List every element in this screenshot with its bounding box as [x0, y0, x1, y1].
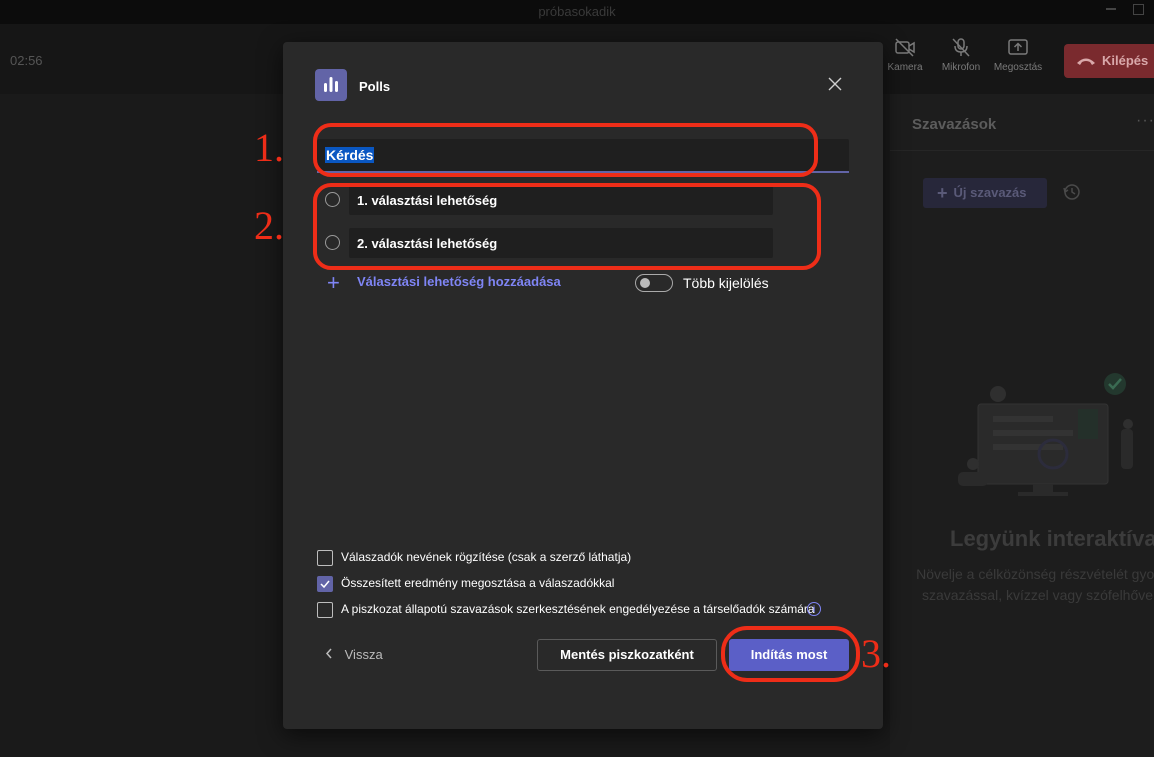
checkmark-icon — [320, 580, 330, 589]
checkbox-label: A piszkozat állapotú szavazások szerkesz… — [341, 602, 815, 616]
annotation-number-3: 3. — [861, 631, 891, 676]
camera-button[interactable]: Kamera — [877, 36, 933, 73]
microphone-label: Mikrofon — [941, 62, 981, 73]
maximize-button[interactable] — [1133, 4, 1144, 15]
history-icon[interactable] — [1062, 182, 1082, 207]
empty-state-description: Növelje a célközönség részvételét gyors … — [916, 566, 1154, 603]
annotation-number-2: 2. — [254, 203, 284, 248]
window-title: próbasokadik — [538, 4, 616, 19]
mic-off-icon — [933, 36, 989, 58]
info-icon[interactable]: i — [807, 602, 821, 616]
polls-app-icon — [315, 69, 347, 101]
new-poll-button[interactable]: + Új szavazás — [923, 178, 1047, 208]
toggle-knob — [640, 278, 650, 288]
checkbox-box[interactable] — [317, 550, 333, 566]
share-label: Megosztás — [993, 62, 1043, 73]
empty-state-heading: Legyünk interaktívak — [950, 526, 1154, 551]
add-option-button[interactable]: + Választási lehetőség hozzáadása — [327, 270, 561, 295]
plus-icon: + — [937, 183, 948, 203]
minimize-button[interactable] — [1106, 8, 1116, 10]
back-button[interactable]: Vissza — [325, 647, 383, 662]
camera-label: Kamera — [887, 62, 923, 73]
checkbox-box[interactable] — [317, 576, 333, 592]
new-poll-label: Új szavazás — [953, 185, 1027, 200]
annotation-ring-question — [313, 123, 818, 177]
dialog-title: Polls — [359, 79, 391, 94]
microphone-button[interactable]: Mikrofon — [933, 36, 989, 73]
polls-illustration — [938, 364, 1148, 509]
back-label: Vissza — [344, 647, 383, 662]
more-options-icon[interactable]: ··· — [1136, 112, 1154, 130]
share-button[interactable]: Megosztás — [990, 36, 1046, 73]
add-option-label: Választási lehetőség hozzáadása — [357, 274, 561, 289]
side-panel-title: Szavazások — [912, 116, 997, 133]
polls-side-panel: Szavazások ··· + Új szavazás Legyünk inte… — [890, 94, 1154, 757]
hang-up-icon — [1076, 45, 1096, 79]
annotation-number-1: 1. — [254, 125, 284, 170]
multi-select-label: Több kijelölés — [683, 275, 769, 291]
window-titlebar: próbasokadik — [0, 0, 1154, 24]
save-draft-button[interactable]: Mentés piszkozatként — [537, 639, 717, 671]
camera-off-icon — [877, 36, 933, 58]
share-icon — [990, 36, 1046, 58]
close-icon[interactable] — [828, 77, 842, 91]
plus-icon: + — [327, 270, 340, 295]
leave-button[interactable]: Kilépés — [1064, 44, 1154, 78]
divider — [890, 150, 1154, 151]
checkbox-box[interactable] — [317, 602, 333, 618]
checkbox-label: Válaszadók nevének rögzítése (csak a sze… — [341, 550, 632, 564]
annotation-ring-options — [313, 183, 821, 270]
multi-select-toggle[interactable] — [635, 274, 673, 292]
annotation-ring-start — [721, 626, 860, 682]
leave-label: Kilépés — [1102, 53, 1149, 68]
checkbox-label: Összesített eredmény megosztása a válasz… — [341, 576, 615, 590]
meeting-timer: 02:56 — [10, 53, 43, 68]
chevron-left-icon — [325, 647, 337, 662]
